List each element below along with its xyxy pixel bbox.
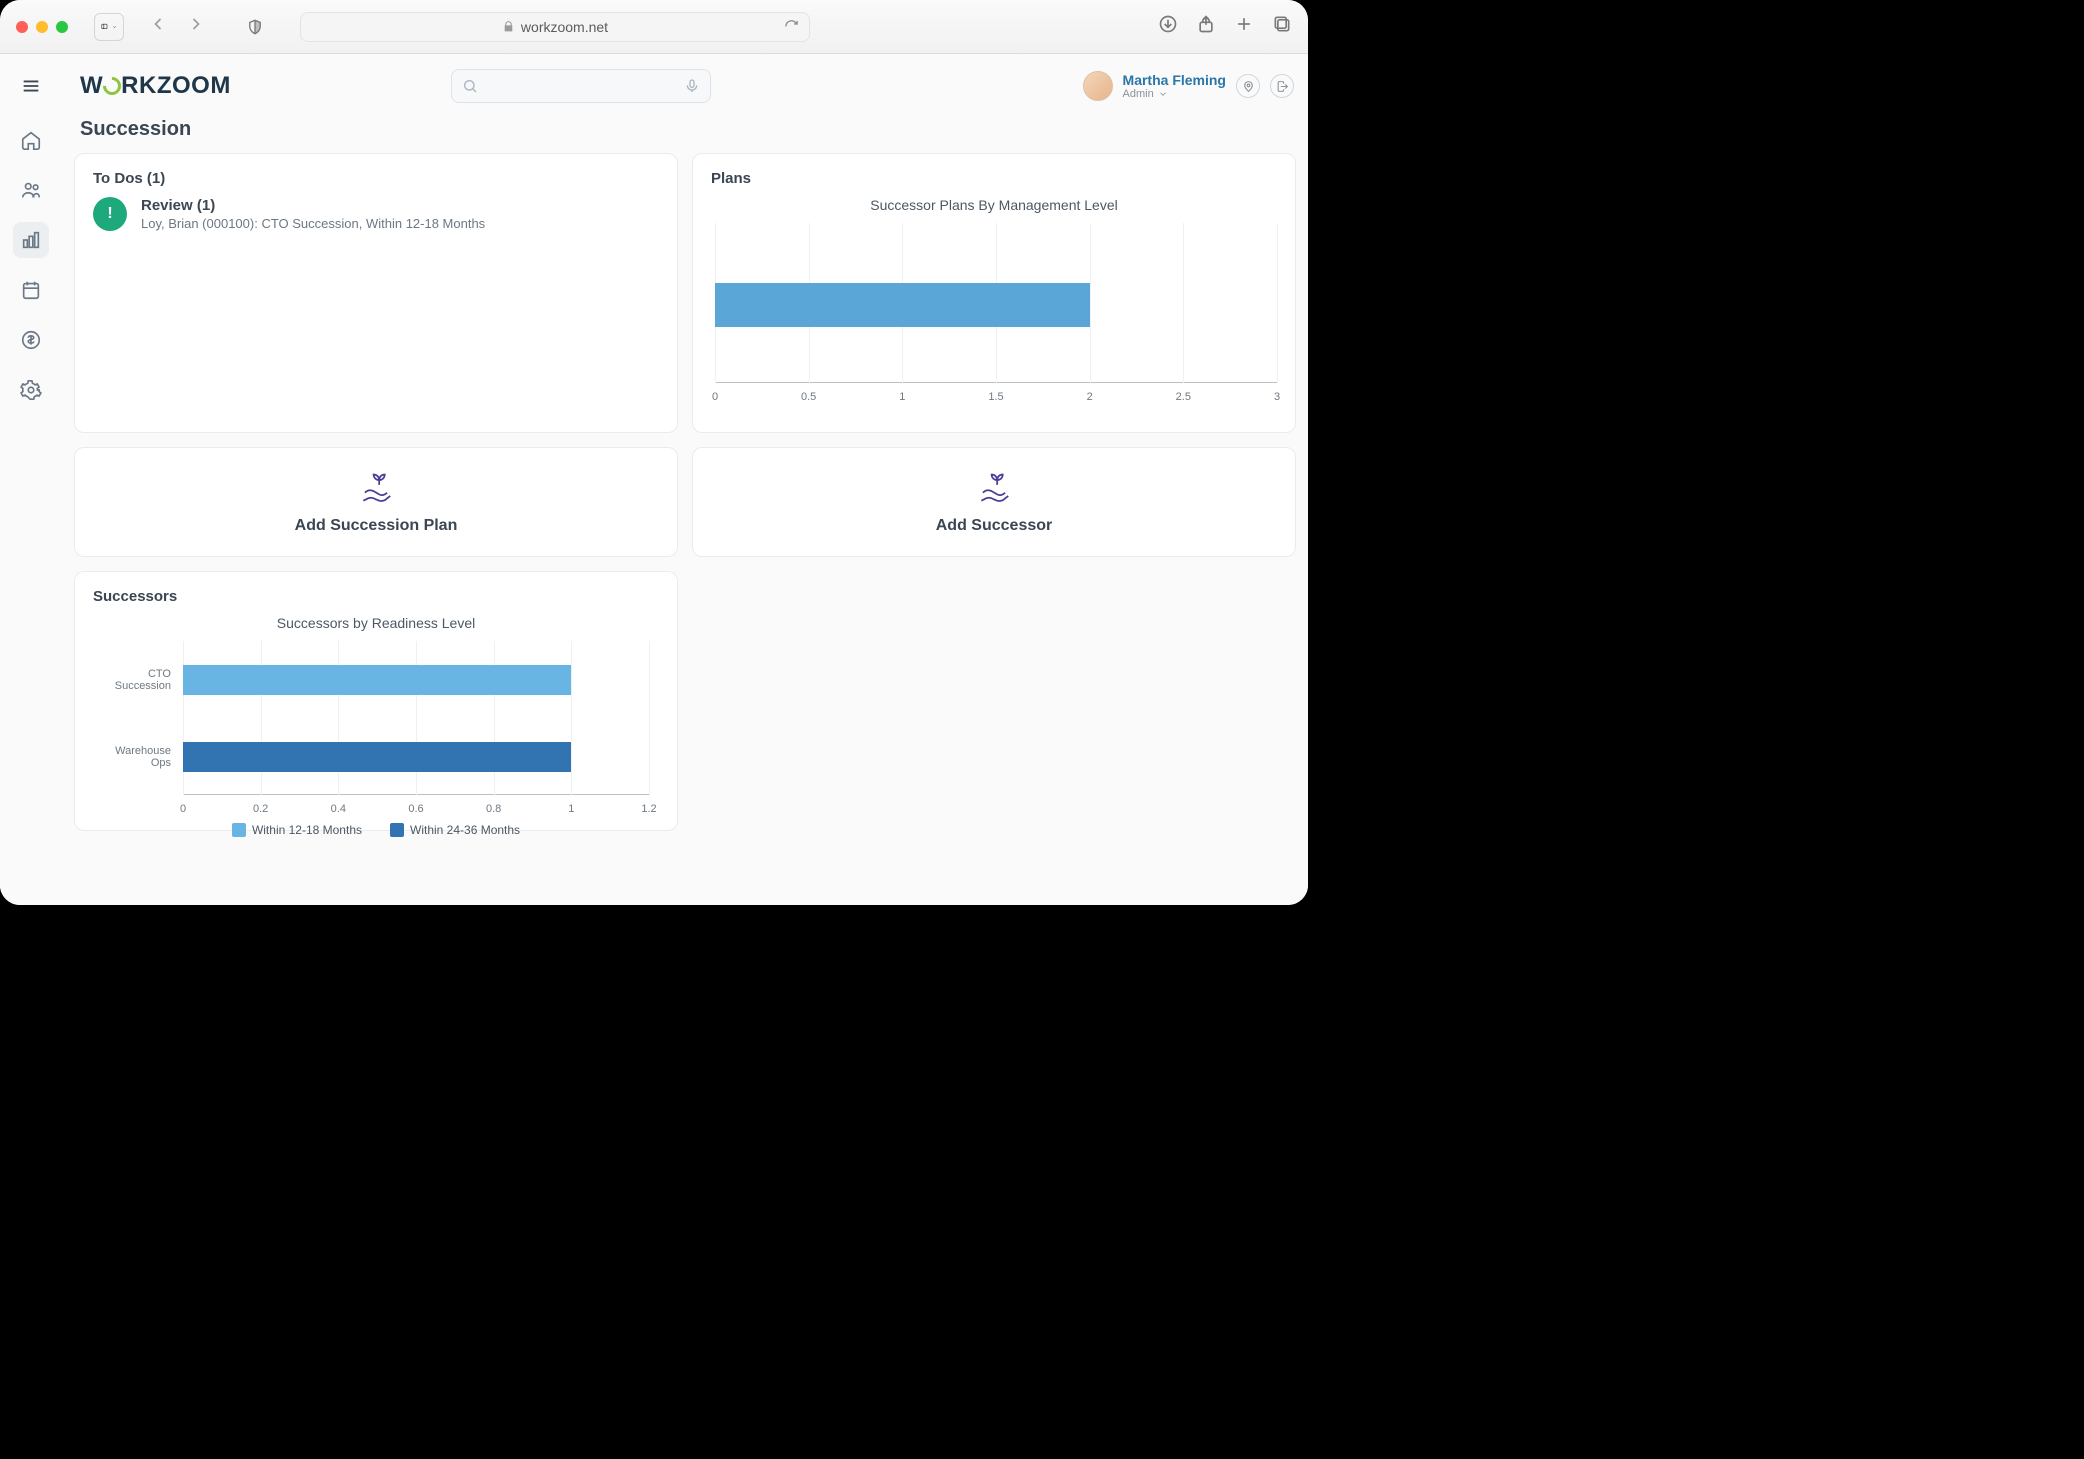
- browser-toolbar: workzoom.net: [0, 0, 1308, 54]
- todos-card: To Dos (1) ! Review (1) Loy, Brian (0001…: [74, 153, 678, 433]
- alert-icon: !: [93, 197, 127, 231]
- app-logo[interactable]: W RKZOOM: [80, 72, 231, 100]
- sidebar-item-home[interactable]: [13, 122, 49, 158]
- successors-legend: Within 12-18 MonthsWithin 24-36 Months: [93, 823, 659, 837]
- todos-header: To Dos (1): [93, 170, 659, 187]
- plans-chart-title: Successor Plans By Management Level: [711, 197, 1277, 213]
- pin-icon: [1242, 80, 1255, 93]
- menu-icon: [20, 75, 42, 97]
- location-button[interactable]: [1236, 74, 1260, 98]
- calendar-icon: [20, 279, 42, 301]
- home-icon: [20, 129, 42, 151]
- sidebar-icon: [101, 23, 108, 30]
- successors-chart-title: Successors by Readiness Level: [93, 615, 659, 631]
- logout-button[interactable]: [1270, 74, 1294, 98]
- todo-item[interactable]: ! Review (1) Loy, Brian (000100): CTO Su…: [93, 197, 659, 231]
- user-role: Admin: [1123, 88, 1226, 101]
- growth-icon: [975, 469, 1013, 507]
- address-bar[interactable]: workzoom.net: [300, 12, 810, 42]
- sidebar-item-people[interactable]: [13, 172, 49, 208]
- tabs-button[interactable]: [1272, 14, 1292, 39]
- plans-header: Plans: [711, 170, 1277, 187]
- close-window-button[interactable]: [16, 21, 28, 33]
- main-content: W RKZOOM Martha Fleming Admin: [62, 54, 1308, 905]
- chevron-down-icon: [1158, 89, 1168, 99]
- user-menu[interactable]: Martha Fleming Admin: [1083, 71, 1298, 101]
- app-sidebar: [0, 54, 62, 905]
- avatar: [1083, 71, 1113, 101]
- todo-title: Review (1): [141, 197, 485, 214]
- plans-chart: 00.511.522.53: [715, 223, 1277, 403]
- window-controls: [16, 21, 68, 33]
- logo-text: W: [80, 72, 103, 99]
- refresh-icon[interactable]: [784, 19, 799, 34]
- people-icon: [20, 179, 42, 201]
- successors-chart: 00.20.40.60.811.2CTO SuccessionWarehouse…: [93, 641, 659, 821]
- search-input[interactable]: [451, 69, 711, 103]
- sidebar-item-analytics[interactable]: [13, 222, 49, 258]
- dollar-icon: [20, 329, 42, 351]
- add-succession-plan-button[interactable]: Add Succession Plan: [74, 447, 678, 557]
- logout-icon: [1276, 80, 1289, 93]
- downloads-button[interactable]: [1158, 14, 1178, 39]
- minimize-window-button[interactable]: [36, 21, 48, 33]
- url-text: workzoom.net: [521, 19, 608, 35]
- sidebar-item-calendar[interactable]: [13, 272, 49, 308]
- add-plan-label: Add Succession Plan: [295, 517, 458, 535]
- successors-card: Successors Successors by Readiness Level…: [74, 571, 678, 831]
- sidebar-toggle-group[interactable]: [94, 13, 124, 41]
- chevron-down-icon: [112, 21, 117, 33]
- menu-toggle-button[interactable]: [13, 68, 49, 104]
- growth-icon: [357, 469, 395, 507]
- browser-window: workzoom.net: [0, 0, 1308, 905]
- shield-icon: [246, 18, 264, 36]
- add-successor-button[interactable]: Add Successor: [692, 447, 1296, 557]
- add-successor-label: Add Successor: [936, 517, 1052, 535]
- gear-icon: [20, 379, 42, 401]
- logo-text: RKZOOM: [121, 72, 231, 99]
- privacy-shield-button[interactable]: [240, 15, 270, 39]
- share-button[interactable]: [1196, 14, 1216, 39]
- plans-card: Plans Successor Plans By Management Leve…: [692, 153, 1296, 433]
- sidebar-item-payroll[interactable]: [13, 322, 49, 358]
- microphone-icon[interactable]: [684, 78, 700, 94]
- bar-chart-icon: [20, 229, 42, 251]
- page-title: Succession: [72, 118, 1298, 153]
- app-header: W RKZOOM Martha Fleming Admin: [72, 54, 1298, 118]
- search-icon: [462, 78, 478, 94]
- back-button[interactable]: [148, 14, 168, 39]
- lock-icon: [502, 20, 515, 33]
- maximize-window-button[interactable]: [56, 21, 68, 33]
- todo-subtitle: Loy, Brian (000100): CTO Succession, Wit…: [141, 216, 485, 231]
- user-name: Martha Fleming: [1123, 72, 1226, 88]
- successors-header: Successors: [93, 588, 659, 605]
- forward-button[interactable]: [186, 14, 206, 39]
- sidebar-item-settings[interactable]: [13, 372, 49, 408]
- new-tab-button[interactable]: [1234, 14, 1254, 39]
